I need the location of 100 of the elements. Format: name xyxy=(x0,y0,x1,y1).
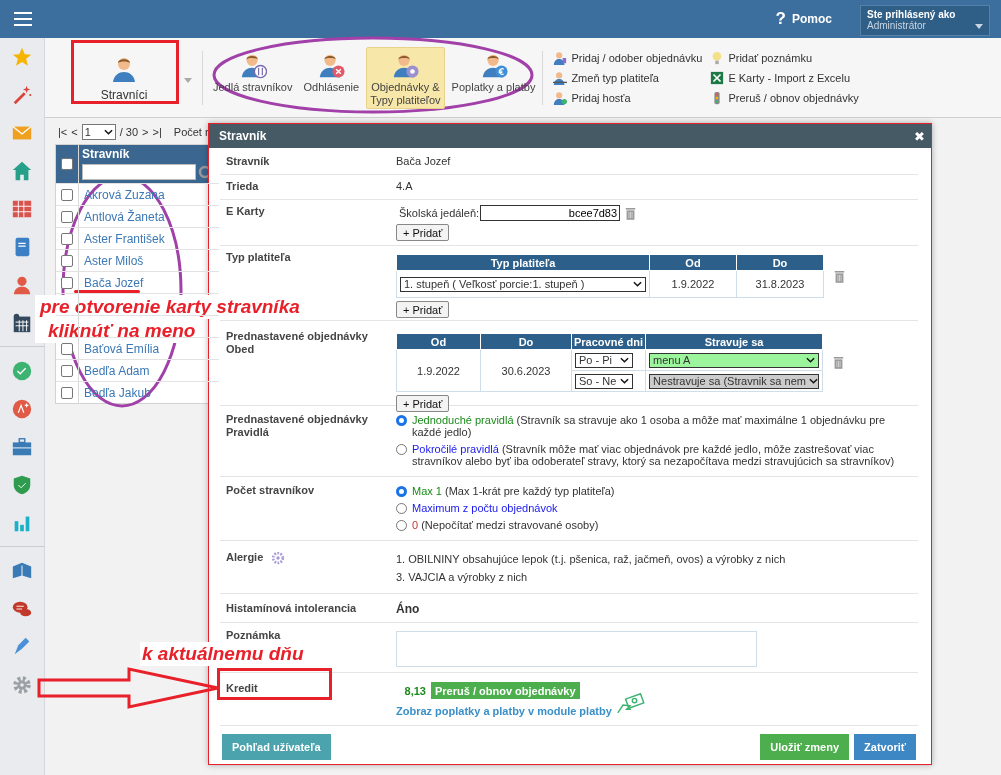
meal-select[interactable]: menu A xyxy=(649,352,820,368)
diners-button[interactable]: Stravníci xyxy=(72,47,176,108)
action-link[interactable]: Pridať poznámku xyxy=(710,47,881,68)
checkbox[interactable] xyxy=(61,188,73,201)
gear-icon[interactable] xyxy=(271,551,286,565)
chevron-icon xyxy=(620,378,629,384)
radio-button[interactable] xyxy=(396,415,407,426)
payer-type-select[interactable]: 1. stupeň ( Veľkosť porcie:1. stupeň ) xyxy=(400,276,646,292)
diner-name-link[interactable]: Baťová Emília xyxy=(84,341,160,356)
house-icon[interactable] xyxy=(11,160,33,182)
days-select[interactable]: Po - Pi xyxy=(575,352,633,368)
column-header: Stravuje sa xyxy=(645,333,823,350)
menu-icon[interactable] xyxy=(14,12,32,26)
add-button[interactable]: + Pridať xyxy=(396,301,450,318)
days-select[interactable]: So - Ne xyxy=(575,373,633,389)
chevron-icon xyxy=(103,129,113,135)
calendar-icon[interactable] xyxy=(11,312,33,334)
diner-name-link[interactable]: Aster Miloš xyxy=(84,253,144,268)
page-total: / 30 xyxy=(119,126,139,138)
checkbox[interactable] xyxy=(61,386,73,399)
chevron-icon xyxy=(808,378,818,384)
option-label[interactable]: Pokročilé pravidlá (Stravník môže mať viac objednávok pre každé jedlo, môže zastrešovať viac stravníkov alebo byť iba odoberateľ stravy, ktorý sa nezapočítava medzi stravujúcich sa stravníkov) xyxy=(412,443,912,467)
field-value: Bača Jozef xyxy=(396,155,451,167)
field-label: Prednastavené objednávky Obed xyxy=(226,330,368,356)
caret-icon[interactable] xyxy=(184,78,192,83)
add-button[interactable]: + Pridať xyxy=(396,395,450,412)
payments-link[interactable]: Zobraz poplatky a platby v module platby xyxy=(396,705,612,717)
page-select[interactable]: 1 xyxy=(81,124,116,140)
shield-icon[interactable] xyxy=(11,474,33,496)
next-page-link[interactable]: > xyxy=(142,126,149,138)
magic-wand-icon[interactable] xyxy=(11,84,33,106)
column-header: Pracovné dni xyxy=(571,333,646,350)
note-field[interactable] xyxy=(396,631,757,667)
caret-icon xyxy=(975,23,983,29)
field-label: Prednastavené objednávky Pravidlá xyxy=(226,413,368,439)
radio-button[interactable] xyxy=(396,486,407,497)
settings-icon[interactable] xyxy=(11,674,33,696)
trash-icon[interactable] xyxy=(834,269,845,283)
trash-icon[interactable] xyxy=(833,356,845,369)
option-label[interactable]: Max 1 (Max 1-krát pre každý typ platiteľa) xyxy=(412,485,615,497)
briefcase-icon[interactable] xyxy=(11,436,33,458)
checkbox[interactable] xyxy=(61,210,73,223)
field-label: Histamínová intolerancia xyxy=(226,602,357,615)
card-number-field[interactable]: bcee7d83 xyxy=(480,205,621,221)
add-button[interactable]: + Pridať xyxy=(396,224,450,241)
check-circle-icon[interactable] xyxy=(11,360,33,382)
person-icon[interactable] xyxy=(11,274,33,296)
table-cell: 1.9.2022 xyxy=(649,270,737,298)
action-link[interactable]: E Karty - Import z Excelu xyxy=(710,67,881,88)
search-field[interactable] xyxy=(82,164,196,180)
close-button[interactable]: Zatvoriť xyxy=(854,734,916,760)
person-plus-icon xyxy=(553,90,568,105)
checkbox[interactable] xyxy=(61,254,73,267)
close-button[interactable]: ✖ xyxy=(914,128,925,144)
chevron-icon xyxy=(620,357,629,363)
help-button[interactable]: ? Pomoc xyxy=(775,9,832,29)
diner-name-link[interactable]: Bača Jozef xyxy=(84,275,144,290)
diner-name-link[interactable]: Antlová Žaneta xyxy=(84,209,165,224)
radio-button[interactable] xyxy=(396,520,407,531)
option-label[interactable]: Maximum z počtu objednávok xyxy=(412,502,558,514)
diner-name-link[interactable]: Bedľa Adam xyxy=(84,363,150,378)
field-label: Stravník xyxy=(226,155,270,168)
checkbox[interactable] xyxy=(61,364,73,377)
checkbox[interactable] xyxy=(61,276,73,289)
previous-page-link[interactable]: < xyxy=(71,126,78,138)
chevron-icon xyxy=(806,357,816,363)
grid-icon[interactable] xyxy=(11,198,33,220)
star-icon[interactable] xyxy=(11,46,33,68)
action-link[interactable]: Preruš / obnov objednávky xyxy=(710,87,881,108)
card-label: Školská jedáleň: xyxy=(399,207,480,219)
action-link[interactable]: Pridaj / odober objednávku xyxy=(553,47,711,68)
credit-amount: 8,13 xyxy=(403,684,426,697)
allergen-item: 3. VAJCIA a výrobky z nich xyxy=(396,571,529,583)
checkbox[interactable] xyxy=(61,158,73,170)
option-label[interactable]: 0 (Nepočítať medzi stravované osoby) xyxy=(412,519,599,531)
action-link[interactable]: Pridaj hosťa xyxy=(553,87,711,108)
field-value: Áno xyxy=(396,602,420,616)
underline-mark xyxy=(74,290,140,293)
ribbon-tool-button[interactable]: Objednávky & Typy platiteľov xyxy=(366,46,445,109)
radio-button[interactable] xyxy=(396,444,407,455)
option-label[interactable]: Jednoduché pravidlá (Stravník sa stravuje ako 1 osoba a môže mať maximálne 1 objednávku pre každé jedlo) xyxy=(412,414,912,438)
user-dropdown[interactable]: Ste prihlásený ako Administrátor xyxy=(860,4,990,36)
plus-circle-icon[interactable] xyxy=(11,398,33,420)
action-link[interactable]: Zmeň typ platiteľa xyxy=(553,67,711,88)
ribbon-tool-button[interactable]: Odhlásenie xyxy=(299,46,364,109)
field-label: Poznámka xyxy=(226,629,281,642)
column-header: Stravník xyxy=(82,147,130,161)
table-cell: 31.8.2023 xyxy=(736,270,824,298)
checkbox[interactable] xyxy=(61,232,73,245)
radio-button[interactable] xyxy=(396,503,407,514)
allergen-item: 1. OBILNINY obsahujúce lepok (t.j. pšenica, raž, jačmeň, ovos) a výrobky z nich xyxy=(396,553,787,565)
last-page-link[interactable]: >| xyxy=(152,126,162,138)
field-label: Typ platiteľa xyxy=(226,251,291,264)
first-page-link[interactable]: |< xyxy=(58,126,68,138)
column-header: Od xyxy=(649,254,737,271)
meal-select[interactable]: Nestravuje sa (Stravnik sa nem xyxy=(649,373,820,389)
diner-name-link[interactable]: Aster František xyxy=(84,231,165,246)
trash-icon[interactable] xyxy=(625,206,637,220)
column-header: Od xyxy=(396,333,481,350)
dialog-title: Stravník xyxy=(219,129,267,143)
